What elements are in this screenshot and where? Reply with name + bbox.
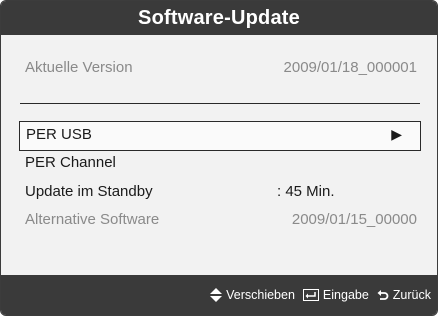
current-version-label: Aktuelle Version (25, 58, 133, 76)
return-icon (377, 289, 389, 301)
move-hint: Verschieben (210, 288, 295, 302)
dialog-title-text: Software-Update (138, 6, 300, 29)
software-update-dialog: Software-Update Aktuelle Version 2009/01… (0, 0, 438, 316)
footer-bar: Verschieben Eingabe Zurück (1, 275, 437, 315)
back-hint: Zurück (377, 288, 431, 302)
current-version-row: Aktuelle Version 2009/01/18_000001 (25, 55, 417, 79)
menu-item-per-channel-label: PER Channel (25, 153, 116, 171)
menu-item-per-usb-label: PER USB (26, 126, 92, 143)
dialog-content: Aktuelle Version 2009/01/18_000001 PER U… (1, 35, 437, 275)
menu-item-alternative-software: Alternative Software 2009/01/15_00000 (25, 207, 417, 231)
play-arrow-icon: ▶ (391, 126, 402, 142)
menu-item-update-standby-value: : 45 Min. (277, 182, 335, 200)
dialog-title: Software-Update (1, 1, 437, 35)
menu-item-update-standby-label: Update im Standby (25, 182, 153, 200)
back-hint-label: Zurück (392, 288, 431, 302)
current-version-value: 2009/01/18_000001 (283, 58, 417, 76)
menu-item-alternative-software-label: Alternative Software (25, 210, 160, 228)
menu-item-per-channel[interactable]: PER Channel (25, 150, 417, 174)
menu-item-update-standby[interactable]: Update im Standby : 45 Min. (25, 179, 417, 203)
up-down-arrow-icon (210, 288, 223, 302)
enter-icon (302, 289, 319, 301)
divider (20, 103, 420, 104)
enter-hint-label: Eingabe (322, 288, 369, 302)
enter-hint: Eingabe (302, 288, 369, 302)
move-hint-label: Verschieben (226, 288, 295, 302)
menu-item-alternative-software-value: 2009/01/15_00000 (291, 210, 417, 228)
menu-item-per-usb[interactable]: PER USB ▶ (19, 121, 421, 151)
footer-hints: Verschieben Eingabe Zurück (210, 275, 431, 315)
